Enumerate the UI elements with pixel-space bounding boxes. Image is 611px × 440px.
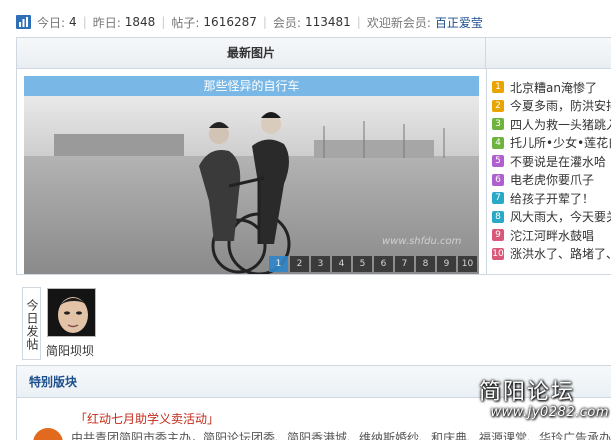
news-header [486,38,611,69]
news-list: 1 北京糟an淹惨了 2 今夏多雨，防洪安排 3 四人为救一头猪跳入 4 托儿所•少女•莲花白… [492,78,611,263]
news-item[interactable]: 10 涨洪水了、路堵了、 [492,245,611,264]
today-posters-label: 今日发帖 [22,287,41,360]
news-item[interactable]: 4 托儿所•少女•莲花白 [492,134,611,153]
user-avatar[interactable] [47,288,96,337]
slide-page-button[interactable]: 8 [416,256,435,272]
divider: | [356,15,361,29]
posts-count: 1616287 [203,15,257,29]
news-title-link[interactable]: 电老虎你要爪子 [510,171,594,188]
divider: | [262,15,267,29]
news-title-link[interactable]: 托儿所•少女•莲花白 [510,134,611,151]
divider: | [161,15,166,29]
event-title-link[interactable]: 「红动七月助学义卖活动」 [75,410,219,427]
news-title-link[interactable]: 四人为救一头猪跳入 [510,116,611,133]
posts-label: 帖子: [171,15,200,30]
rank-badge: 5 [492,155,504,168]
rank-badge: 4 [492,136,504,149]
news-item[interactable]: 7 给孩子开荤了！ [492,189,611,208]
photo-watermark: www.shfdu.com [382,236,462,247]
forum-stats-bar: 今日: 4 | 昨日: 1848 | 帖子: 1616287 | 会员: 113… [16,13,483,31]
site-brand-logo: 简阳论坛 [478,380,575,405]
slide-photo[interactable] [24,96,479,274]
user-name-link[interactable]: 简阳坝坝 [46,342,94,359]
new-member-link[interactable]: 百正爱莹 [435,14,483,31]
image-slideshow[interactable]: 那些怪异的自行车 www.shfdu.com 1 2 3 4 5 6 7 8 9… [24,76,479,274]
rank-badge: 6 [492,173,504,186]
slide-pager: 1 2 3 4 5 6 7 8 9 10 [267,256,477,272]
slide-page-button[interactable]: 6 [374,256,393,272]
event-icon [33,428,63,440]
slide-page-button[interactable]: 9 [437,256,456,272]
site-url-watermark: www.jy0282.com [490,405,609,420]
news-item[interactable]: 5 不要说是在灌水哈 [492,152,611,171]
special-section: 特别版块 简阳论坛 www.jy0282.com 「红动七月助学义卖活动」 由共… [16,365,611,440]
news-title-link[interactable]: 沱江河畔水鼓唱 [510,227,594,244]
yesterday-label: 昨日: [92,15,121,30]
event-description: 由共青团简阳市委主办，简阳论坛团委、简阳香港城、维纳斯婚纱、和庆典、福源课堂、华… [71,431,611,440]
rank-badge: 10 [492,247,504,260]
news-item[interactable]: 8 风大雨大，今天要关 [492,208,611,227]
news-title-link[interactable]: 涨洪水了、路堵了、 [510,245,611,262]
today-count: 4 [69,15,77,29]
latest-images-panel: 最新图片 那些怪异的自行车 www.shfdu.com 1 2 3 4 5 6 … [16,37,611,275]
news-title-link[interactable]: 北京糟an淹惨了 [510,79,597,96]
news-title-link[interactable]: 不要说是在灌水哈 [510,153,606,170]
today-label: 今日: [37,15,66,30]
news-item[interactable]: 3 四人为救一头猪跳入 [492,115,611,134]
rank-badge: 1 [492,81,504,94]
news-title-link[interactable]: 今夏多雨，防洪安排 [510,97,611,114]
slide-page-button[interactable]: 7 [395,256,414,272]
slide-page-button[interactable]: 5 [353,256,372,272]
rank-badge: 9 [492,229,504,242]
bar-chart-icon [16,15,31,29]
news-item[interactable]: 9 沱江河畔水鼓唱 [492,226,611,245]
rank-badge: 3 [492,118,504,131]
slide-caption[interactable]: 那些怪异的自行车 [24,76,479,96]
new-member-label: 欢迎新会员: [366,15,431,30]
members-label: 会员: [272,15,301,30]
members-count: 113481 [304,15,351,29]
news-title-link[interactable]: 风大雨大，今天要关 [510,208,611,225]
slide-page-button[interactable]: 3 [311,256,330,272]
panel-divider [486,69,487,274]
rank-badge: 7 [492,192,504,205]
news-item[interactable]: 1 北京糟an淹惨了 [492,78,611,97]
latest-images-header: 最新图片 [17,38,486,69]
slide-page-button[interactable]: 4 [332,256,351,272]
news-item[interactable]: 2 今夏多雨，防洪安排 [492,97,611,116]
news-item[interactable]: 6 电老虎你要爪子 [492,171,611,190]
yesterday-count: 1848 [124,15,156,29]
slide-page-button[interactable]: 1 [269,256,288,272]
slide-page-button[interactable]: 2 [290,256,309,272]
rank-badge: 8 [492,210,504,223]
news-title-link[interactable]: 给孩子开荤了！ [510,190,594,207]
slide-page-button[interactable]: 10 [458,256,477,272]
rank-badge: 2 [492,99,504,112]
divider: | [82,15,87,29]
